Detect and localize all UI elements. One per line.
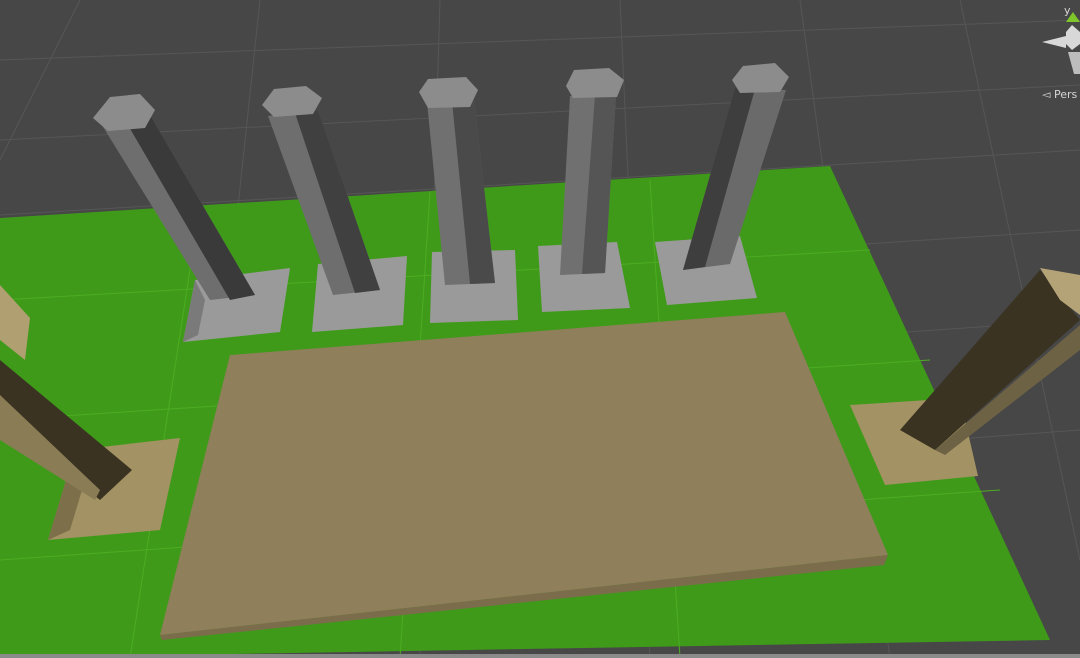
- projection-toggle[interactable]: ◅ Pers: [1042, 88, 1077, 101]
- scene-render[interactable]: [0, 0, 1080, 658]
- gizmo-axis-y-label: y: [1064, 4, 1071, 17]
- scene-orientation-gizmo-icon[interactable]: [1036, 0, 1080, 90]
- scene-orientation-gizmo[interactable]: y ◅ Pers: [1036, 0, 1080, 110]
- scene-viewport[interactable]: y ◅ Pers: [0, 0, 1080, 658]
- viewport-bottom-border: [0, 654, 1080, 658]
